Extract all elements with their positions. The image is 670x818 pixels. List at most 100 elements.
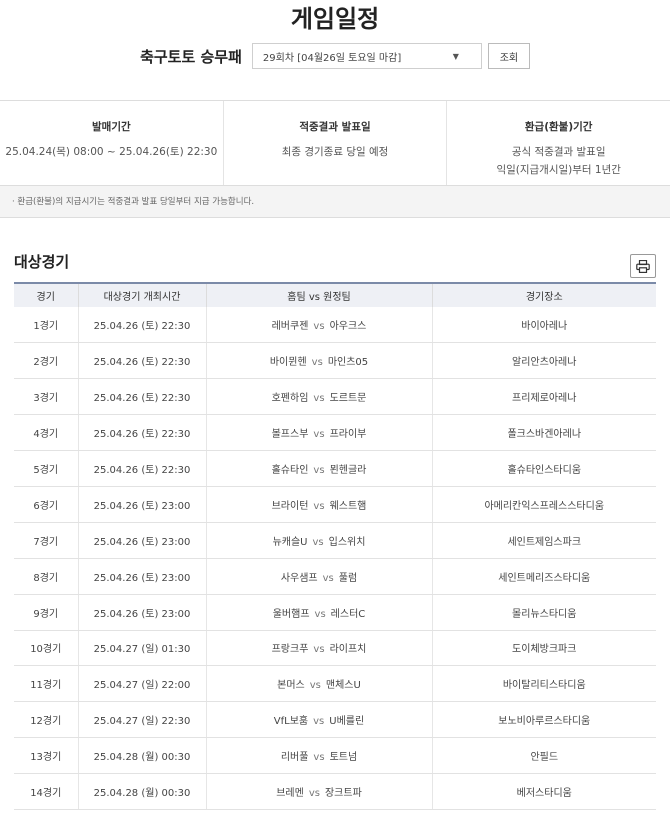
away-team: 장크트파 <box>324 788 362 800</box>
vs-label: vs <box>311 357 323 369</box>
vs-label: vs <box>308 788 320 800</box>
away-team: 마인츠05 <box>327 357 369 369</box>
home-team: 울버햄프 <box>272 608 310 620</box>
venue: 알리안츠아레나 <box>432 342 656 380</box>
home-team: 브라이턴 <box>271 500 309 512</box>
table-header-row: 경기 대상경기 개최시간 홈팀 vs 원정팀 경기장소 <box>14 283 656 307</box>
vs-label: vs <box>313 644 325 656</box>
match-no: 11경기 <box>14 665 79 703</box>
away-team: 묀헨글라 <box>329 465 367 476</box>
table-row: 3경기 25.04.26 (토) 22:30 호펜하임 vs 도르트문 프리제로아레나 <box>14 378 656 416</box>
venue: 보노비아루르스타디움 <box>432 701 656 739</box>
notice-text: · 환급(환불)의 지급시기는 적중결과 발표 당일부터 지급 가능합니다. <box>0 186 670 218</box>
info-label: 발매기간 <box>92 121 131 133</box>
info-value: 최종 경기종료 당일 예정 <box>281 146 389 158</box>
info-result-date: 적중결과 발표일 최종 경기종료 당일 예정 <box>224 101 448 185</box>
print-button[interactable] <box>630 254 656 278</box>
header-kickoff-time: 대상경기 개최시간 <box>78 283 207 307</box>
table-row: 11경기 25.04.27 (일) 22:00 본머스 vs 맨체스U 바이탈리티스타디움 <box>14 665 656 703</box>
info-label: 환급(환불)기간 <box>524 121 593 133</box>
info-box: 발매기간 25.04.24(목) 08:00 ~ 25.04.26(토) 22:… <box>0 100 670 186</box>
home-team: 사우샘프 <box>280 572 318 584</box>
kickoff-time: 25.04.26 (토) 22:30 <box>78 414 207 452</box>
table-row: 13경기 25.04.28 (월) 00:30 리버풀 vs 토트넘 안필드 <box>14 737 656 775</box>
kickoff-time: 25.04.26 (토) 22:30 <box>78 307 207 344</box>
printer-icon <box>636 259 650 273</box>
home-team: 뉴캐슬U <box>272 536 308 548</box>
match-no: 1경기 <box>14 307 79 344</box>
venue: 바이탈리티스타디움 <box>432 665 656 703</box>
info-value: 익일(지급개시일)부터 1년간 <box>496 164 621 176</box>
info-value: 공식 적중결과 발표일 <box>511 146 606 158</box>
vs-label: vs <box>313 321 325 333</box>
vs-label: vs <box>313 716 325 728</box>
teams: 프랑크푸 vs 라이프치 <box>206 630 433 667</box>
venue: 프리제로아레나 <box>432 378 656 416</box>
away-team: 라이프치 <box>329 644 367 656</box>
table-row: 5경기 25.04.26 (토) 22:30 홀슈타인 vs 묀헨글라 홀슈타인스타디움 <box>14 450 656 487</box>
kickoff-time: 25.04.26 (토) 23:00 <box>78 594 207 631</box>
teams: 브라이턴 vs 웨스트햄 <box>206 486 433 523</box>
vs-label: vs <box>313 752 325 764</box>
match-table: 경기 대상경기 개최시간 홈팀 vs 원정팀 경기장소 1경기 25.04.26 … <box>14 282 656 810</box>
away-team: 입스위치 <box>328 536 366 548</box>
vs-label: vs <box>322 572 334 584</box>
home-team: VfL보훔 <box>273 716 309 728</box>
teams: 바이뮌헨 vs 마인츠05 <box>206 342 433 380</box>
match-no: 5경기 <box>14 450 79 487</box>
away-team: 토트넘 <box>329 752 358 764</box>
lookup-button[interactable]: 조회 <box>487 43 530 69</box>
round-selector-row: 축구토토 승무패 29회차 [04월26일 토요일 마감] ▼ 조회 <box>0 41 670 71</box>
caret-down-icon: ▼ <box>452 51 459 61</box>
vs-label: vs <box>313 500 325 512</box>
match-no: 2경기 <box>14 342 79 380</box>
vs-label: vs <box>313 429 325 441</box>
venue: 베저스타디움 <box>432 773 656 810</box>
match-no: 6경기 <box>14 486 79 523</box>
info-label: 적중결과 발표일 <box>299 121 371 133</box>
teams: 뉴캐슬U vs 입스위치 <box>206 522 433 559</box>
venue: 세인트메리즈스타디움 <box>432 558 656 595</box>
kickoff-time: 25.04.28 (월) 00:30 <box>78 773 207 810</box>
venue: 몰리뉴스타디움 <box>432 594 656 631</box>
teams: 사우샘프 vs 풀럼 <box>206 558 433 595</box>
vs-label: vs <box>309 680 321 692</box>
section-header: 대상경기 <box>0 248 670 278</box>
teams: 호펜하임 vs 도르트문 <box>206 378 433 416</box>
kickoff-time: 25.04.28 (월) 00:30 <box>78 737 207 775</box>
page-title: 게임일정 <box>290 5 380 33</box>
match-no: 9경기 <box>14 594 79 631</box>
table-row: 8경기 25.04.26 (토) 23:00 사우샘프 vs 풀럼 세인트메리즈스타디움 <box>14 558 656 595</box>
match-no: 4경기 <box>14 414 79 452</box>
away-team: U베를린 <box>329 716 365 728</box>
venue: 아메리칸익스프레스스타디움 <box>432 486 656 523</box>
kickoff-time: 25.04.26 (토) 23:00 <box>78 558 207 595</box>
kickoff-time: 25.04.26 (토) 22:30 <box>78 378 207 416</box>
teams: 홀슈타인 vs 묀헨글라 <box>206 450 433 487</box>
away-team: 레스터C <box>330 608 366 620</box>
table-row: 6경기 25.04.26 (토) 23:00 브라이턴 vs 웨스트햄 아메리칸익스프레스… <box>14 486 656 523</box>
match-no: 12경기 <box>14 701 79 739</box>
round-select-value: 29회차 [04월26일 토요일 마감] <box>262 52 402 64</box>
match-no: 14경기 <box>14 773 79 810</box>
vs-label: vs <box>314 608 326 620</box>
teams: 브레멘 vs 장크트파 <box>206 773 433 810</box>
kickoff-time: 25.04.26 (토) 23:00 <box>78 522 207 559</box>
game-name-label: 축구토토 승무패 <box>140 47 242 66</box>
kickoff-time: 25.04.27 (일) 22:30 <box>78 701 207 739</box>
table-row: 12경기 25.04.27 (일) 22:30 VfL보훔 vs U베를린 보노비아루르스… <box>14 701 656 739</box>
away-team: 웨스트햄 <box>329 500 367 512</box>
teams: 본머스 vs 맨체스U <box>206 665 433 703</box>
round-select[interactable]: 29회차 [04월26일 토요일 마감] ▼ <box>251 43 482 69</box>
home-team: 리버풀 <box>280 752 309 764</box>
venue: 폴크스바겐아레나 <box>432 414 656 452</box>
teams: 볼프스부 vs 프라이부 <box>206 414 433 452</box>
venue: 도이체방크파크 <box>432 630 656 667</box>
home-team: 프랑크푸 <box>271 644 309 656</box>
teams: 레버쿠젠 vs 아우크스 <box>206 307 433 344</box>
teams: VfL보훔 vs U베를린 <box>206 701 433 739</box>
kickoff-time: 25.04.26 (토) 23:00 <box>78 486 207 523</box>
home-team: 본머스 <box>277 680 305 692</box>
home-team: 레버쿠젠 <box>271 321 309 333</box>
table-row: 1경기 25.04.26 (토) 22:30 레버쿠젠 vs 아우크스 바이아레나 <box>14 307 656 344</box>
